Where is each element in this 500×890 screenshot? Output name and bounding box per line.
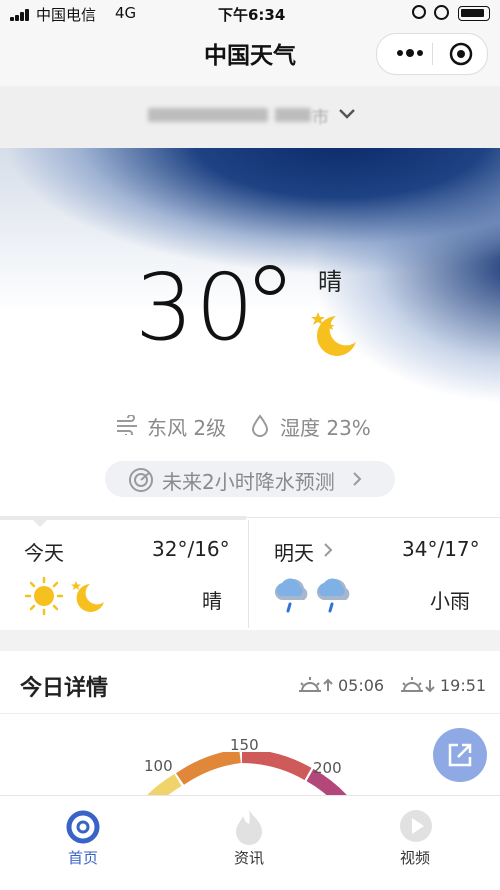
share-icon	[448, 743, 472, 767]
alarm-icon	[434, 5, 449, 20]
tab-video-label: 视频	[400, 849, 431, 867]
status-bar: 中国电信 4G 下午6:34	[0, 0, 500, 28]
radar-icon	[129, 468, 153, 492]
mini-program-capsule	[376, 33, 488, 75]
forecast-today-temp: 32°/16°	[152, 537, 230, 561]
signal-icon	[10, 9, 32, 21]
sunset-time: 19:51	[440, 676, 487, 695]
current-condition: 晴	[318, 268, 342, 296]
battery-icon	[458, 6, 490, 21]
location-city: 市	[312, 108, 329, 128]
home-swirl-icon	[66, 810, 100, 844]
current-temperature: 30	[135, 254, 257, 361]
moon-icon	[71, 581, 104, 612]
chevron-down-icon[interactable]	[338, 108, 356, 120]
forecast-today-condition: 晴	[202, 589, 222, 613]
sunrise-time: 05:06	[338, 676, 385, 695]
chevron-right-icon	[353, 472, 362, 486]
rain-forecast-label: 未来2小时降水预测	[162, 470, 335, 494]
target-icon	[449, 42, 473, 66]
location-blurred	[148, 108, 268, 122]
sunrise-icon	[299, 677, 333, 692]
humidity-drop-icon	[251, 414, 269, 437]
clear-night-icon	[311, 312, 356, 356]
share-button[interactable]	[433, 728, 487, 782]
forecast-tomorrow-label: 明天	[274, 541, 314, 565]
flame-icon	[236, 810, 262, 845]
rain-cloud-icon	[274, 578, 308, 613]
clock: 下午6:34	[218, 6, 286, 24]
close-program-button[interactable]	[449, 42, 473, 66]
tab-news-label: 资讯	[234, 849, 265, 867]
details-title: 今日详情	[20, 676, 109, 701]
more-dots-icon	[397, 49, 423, 57]
forecast-today-label: 今天	[24, 541, 64, 565]
gauge-label-150: 150	[230, 736, 259, 754]
wind-info: 东风 2级	[147, 416, 227, 440]
gauge-label-100: 100	[144, 757, 173, 775]
tab-home-label: 首页	[68, 849, 99, 867]
gauge-label-200: 200	[313, 759, 342, 777]
play-icon	[400, 810, 432, 842]
chevron-right-icon	[324, 543, 333, 557]
humidity-info: 湿度 23%	[280, 416, 371, 440]
wind-icon	[117, 415, 137, 435]
forecast-tomorrow-temp: 34°/17°	[402, 537, 480, 561]
rain-cloud-icon	[316, 578, 350, 613]
rotation-lock-icon	[412, 5, 426, 19]
carrier-label: 中国电信	[36, 6, 97, 24]
sunset-icon	[401, 677, 435, 693]
sun-icon	[24, 576, 64, 616]
network-label: 4G	[115, 4, 137, 22]
forecast-tomorrow-condition: 小雨	[430, 589, 470, 613]
degree-symbol	[255, 265, 285, 295]
more-menu-button[interactable]	[395, 45, 425, 61]
